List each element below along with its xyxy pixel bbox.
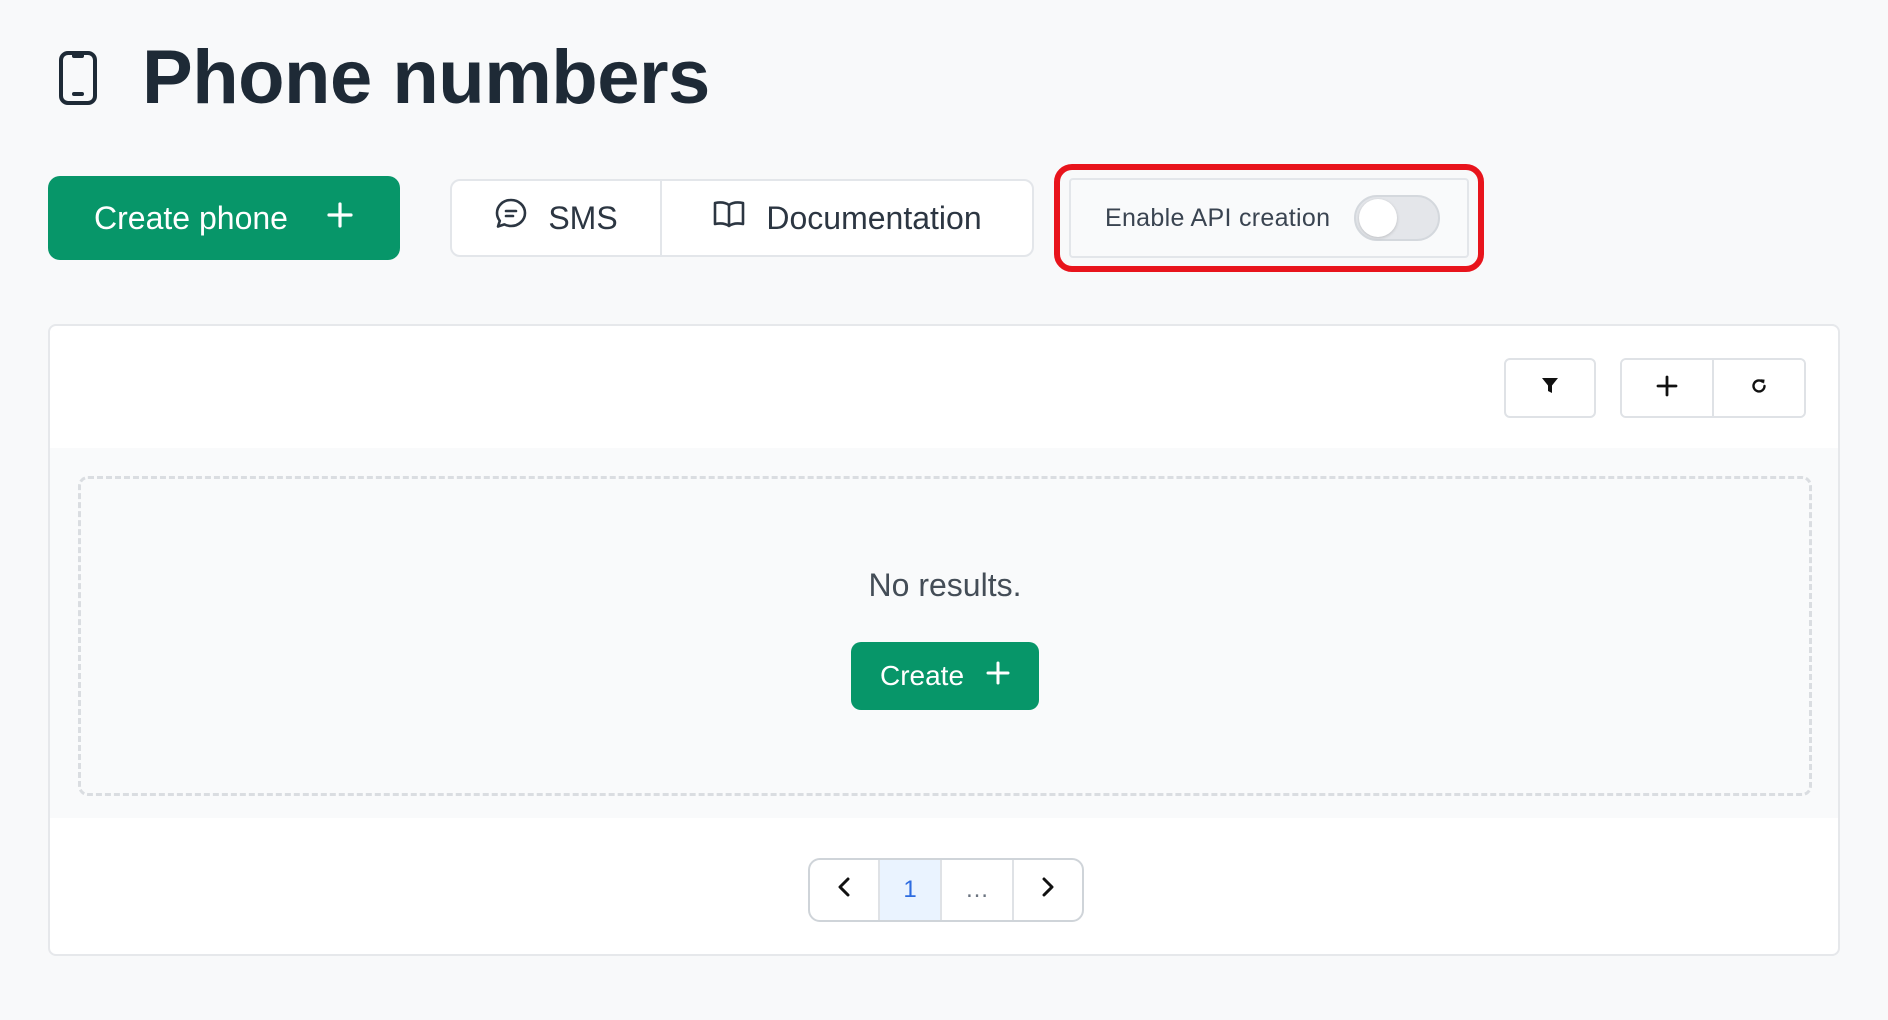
create-phone-button[interactable]: Create phone xyxy=(48,176,400,260)
chevron-left-icon xyxy=(837,876,851,904)
refresh-icon xyxy=(1750,377,1768,400)
create-label: Create xyxy=(879,660,965,691)
filter-button[interactable] xyxy=(1504,358,1596,418)
sms-label: SMS xyxy=(548,199,618,236)
page-title: Phone numbers xyxy=(142,35,710,120)
toolbar: Create phone SMS Documentation xyxy=(48,176,1034,260)
book-icon xyxy=(712,199,746,237)
page-1-button[interactable]: 1 xyxy=(878,860,940,920)
plus-icon xyxy=(986,660,1010,692)
sms-button[interactable]: SMS xyxy=(452,181,660,255)
page: Phone numbers Create phone SMS Documenta… xyxy=(0,0,1888,1020)
api-creation-highlight: Enable API creation xyxy=(1054,164,1484,272)
page-header: Phone numbers xyxy=(56,38,710,118)
api-creation-toggle[interactable] xyxy=(1354,195,1441,241)
filter-icon xyxy=(1541,377,1559,400)
table-toolbar xyxy=(1504,358,1806,418)
api-creation-label: Enable API creation xyxy=(1105,203,1331,232)
create-phone-label: Create phone xyxy=(94,199,288,236)
empty-message: No results. xyxy=(868,567,1022,603)
phone-icon xyxy=(56,49,100,107)
toggle-knob xyxy=(1359,199,1398,237)
table-content: No results. Create xyxy=(50,448,1838,818)
chevron-right-icon xyxy=(1041,876,1055,904)
plus-icon xyxy=(326,200,354,237)
next-page-button[interactable] xyxy=(1012,860,1082,920)
chat-bubble-icon xyxy=(494,197,528,239)
empty-state: No results. Create xyxy=(78,476,1812,796)
refresh-button[interactable] xyxy=(1712,360,1804,416)
add-row-button[interactable] xyxy=(1622,360,1712,416)
create-button[interactable]: Create xyxy=(851,642,1039,710)
phone-numbers-panel: No results. Create 1 … xyxy=(48,324,1840,956)
documentation-button[interactable]: Documentation xyxy=(660,181,1032,255)
plus-icon xyxy=(1656,375,1678,402)
previous-page-button[interactable] xyxy=(810,860,878,920)
api-creation-card: Enable API creation xyxy=(1069,178,1469,258)
table-actions-group xyxy=(1620,358,1806,418)
pagination-ellipsis: … xyxy=(940,860,1012,920)
documentation-label: Documentation xyxy=(766,199,982,236)
links-button-group: SMS Documentation xyxy=(450,179,1034,257)
pagination: 1 … xyxy=(808,858,1084,922)
